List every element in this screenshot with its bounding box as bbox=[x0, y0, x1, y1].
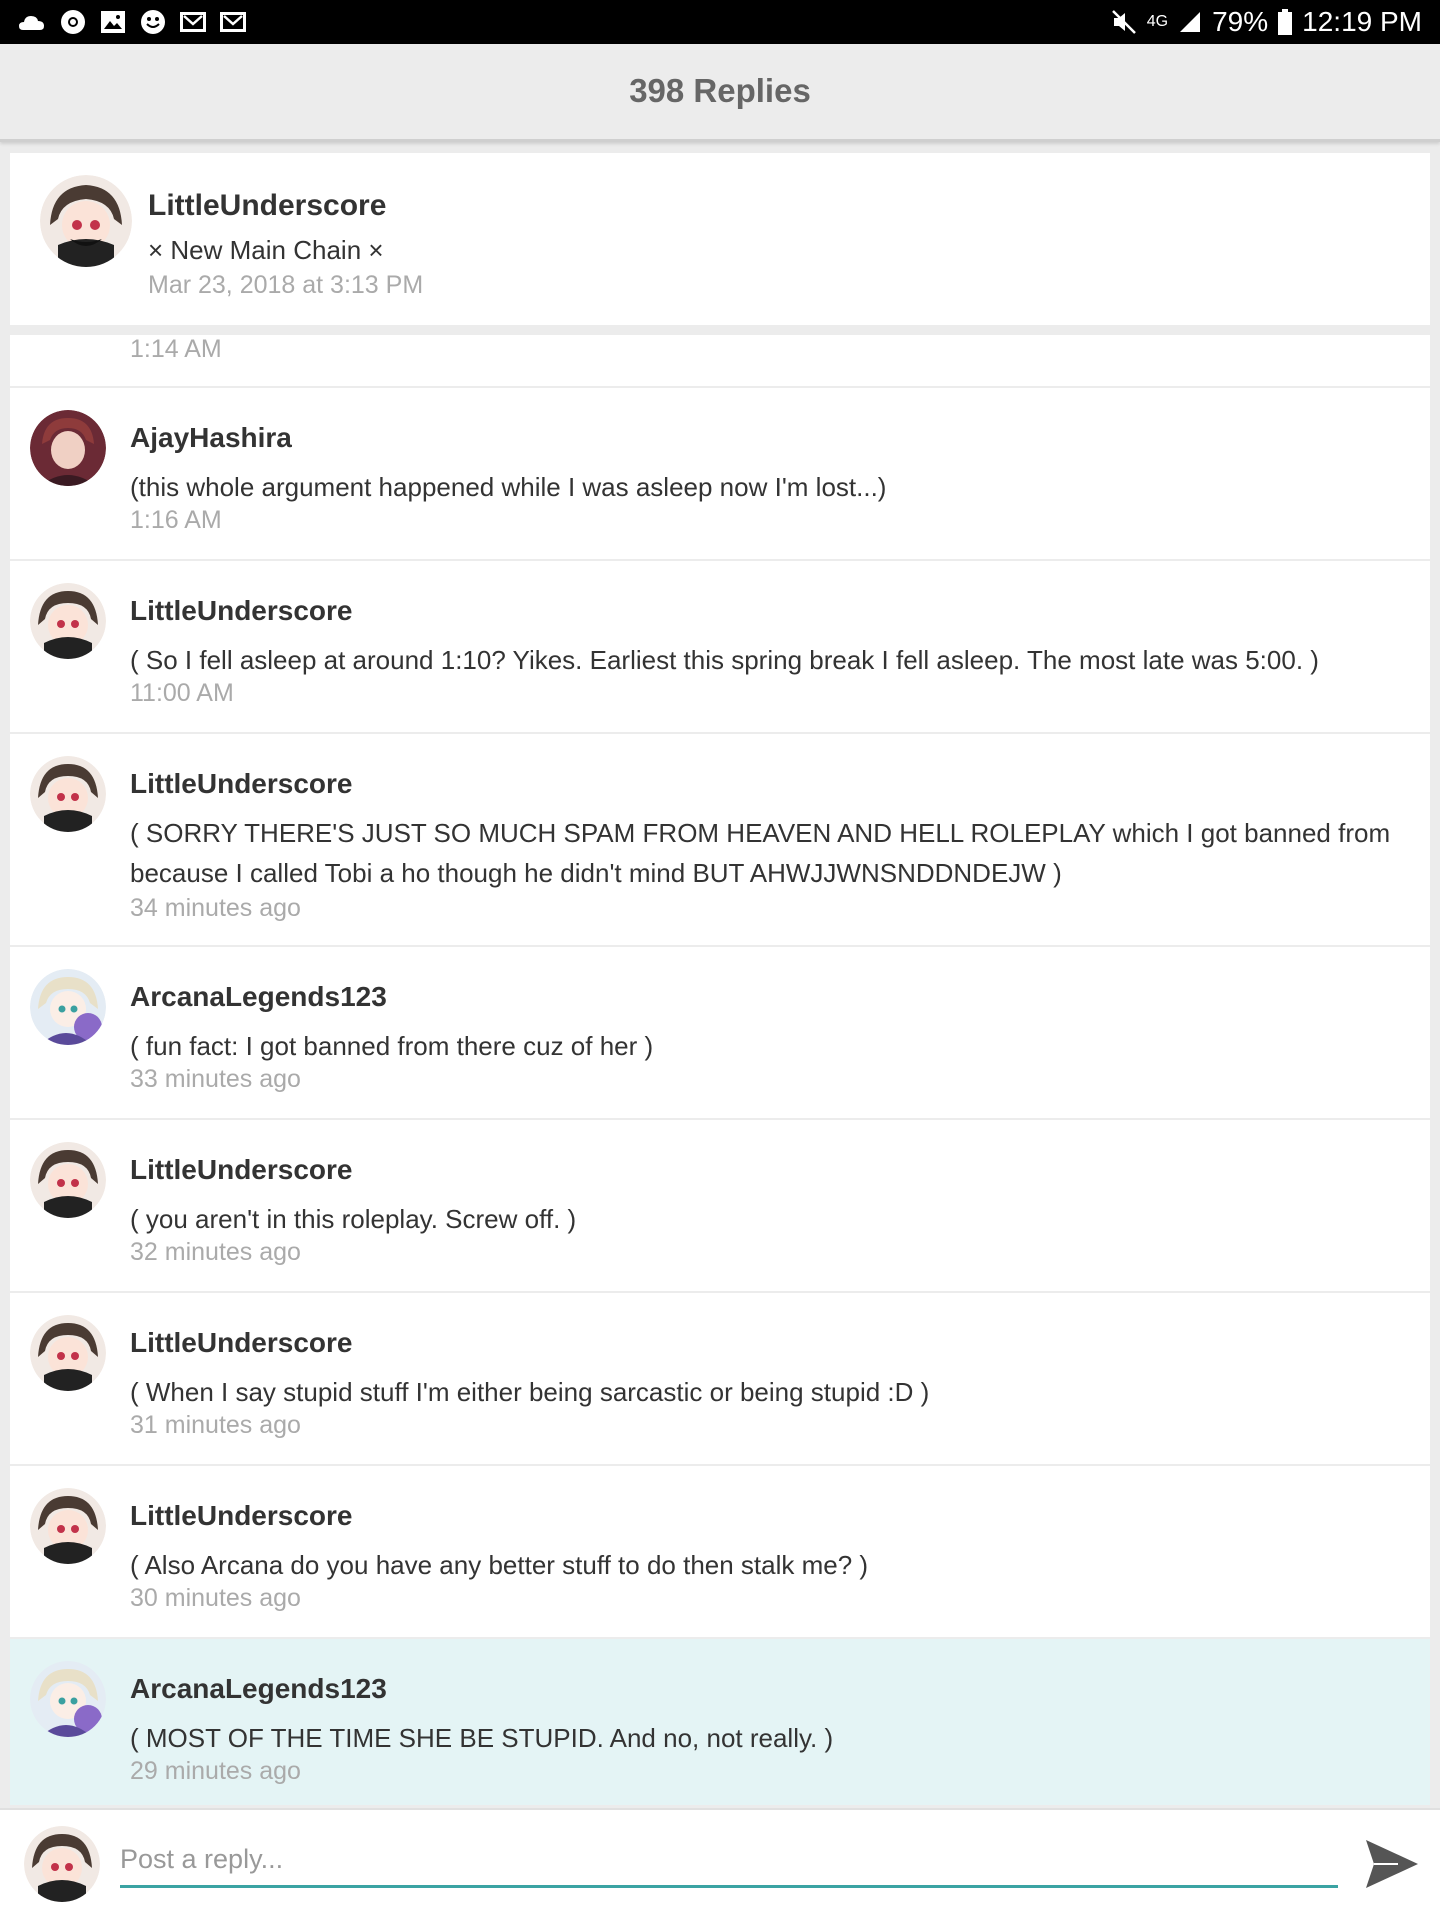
page-title: 398 Replies bbox=[629, 72, 811, 109]
avatar bbox=[24, 1826, 100, 1902]
avatar[interactable] bbox=[30, 1661, 106, 1737]
reply-time: 34 minutes ago bbox=[130, 894, 301, 922]
author-name[interactable]: LittleUnderscore bbox=[130, 1154, 353, 1186]
reply-composer bbox=[0, 1808, 1440, 1920]
network-type: 4G bbox=[1146, 13, 1169, 30]
author-name[interactable]: LittleUnderscore bbox=[148, 189, 386, 223]
author-name[interactable]: ArcanaLegends123 bbox=[130, 1673, 387, 1705]
mail-icon bbox=[178, 8, 208, 36]
mail-icon bbox=[218, 8, 248, 36]
reply-time: 30 minutes ago bbox=[130, 1584, 301, 1612]
list-item[interactable]: LittleUnderscore ( So I fell asleep at a… bbox=[10, 561, 1430, 734]
smiley-icon bbox=[138, 8, 168, 36]
send-button[interactable] bbox=[1364, 1838, 1420, 1890]
status-bar: 4G 79% 12:19 PM bbox=[0, 0, 1440, 44]
post-subject: × New Main Chain × bbox=[148, 235, 384, 265]
reply-message: ( So I fell asleep at around 1:10? Yikes… bbox=[130, 645, 1319, 675]
reply-message: ( you aren't in this roleplay. Screw off… bbox=[130, 1204, 577, 1234]
list-item[interactable]: LittleUnderscore ( When I say stupid stu… bbox=[10, 1293, 1430, 1466]
reply-message: ( SORRY THERE'S JUST SO MUCH SPAM FROM H… bbox=[130, 818, 1391, 888]
avatar[interactable] bbox=[30, 1315, 106, 1391]
author-name[interactable]: ArcanaLegends123 bbox=[130, 981, 387, 1013]
send-icon bbox=[1366, 1840, 1418, 1888]
reply-message: ( Also Arcana do you have any better stu… bbox=[130, 1550, 869, 1580]
author-name[interactable]: AjayHashira bbox=[130, 422, 292, 454]
author-name[interactable]: LittleUnderscore bbox=[130, 595, 353, 627]
avatar[interactable] bbox=[30, 410, 106, 486]
author-name[interactable]: LittleUnderscore bbox=[130, 1500, 353, 1532]
mute-icon bbox=[1111, 8, 1137, 36]
list-item[interactable]: LittleUnderscore ( Also Arcana do you ha… bbox=[10, 1466, 1430, 1639]
avatar[interactable] bbox=[30, 969, 106, 1045]
list-item[interactable]: ArcanaLegends123 ( fun fact: I got banne… bbox=[10, 947, 1430, 1120]
list-item[interactable]: LittleUnderscore ( SORRY THERE'S JUST SO… bbox=[10, 734, 1430, 947]
list-item[interactable]: LittleUnderscore ( you aren't in this ro… bbox=[10, 1120, 1430, 1293]
reply-message: ( When I say stupid stuff I'm either bei… bbox=[130, 1377, 930, 1407]
reply-input[interactable] bbox=[120, 1834, 1338, 1888]
notification-icons bbox=[18, 6, 248, 38]
avatar[interactable] bbox=[30, 1488, 106, 1564]
system-status: 4G 79% 12:19 PM bbox=[1111, 0, 1422, 44]
reply-time: 32 minutes ago bbox=[130, 1238, 301, 1266]
chrome-icon bbox=[58, 8, 88, 36]
thread-header: 398 Replies bbox=[0, 44, 1440, 142]
reply-time: 1:16 AM bbox=[130, 506, 222, 534]
author-name[interactable]: LittleUnderscore bbox=[130, 1327, 353, 1359]
reply-time: 29 minutes ago bbox=[130, 1757, 301, 1785]
avatar[interactable] bbox=[30, 583, 106, 659]
avatar[interactable] bbox=[30, 1142, 106, 1218]
reply-time: 1:14 AM bbox=[130, 335, 222, 363]
battery-level: 79% bbox=[1212, 6, 1269, 37]
post-date: Mar 23, 2018 at 3:13 PM bbox=[148, 271, 424, 299]
reply-message: (this whole argument happened while I wa… bbox=[130, 472, 887, 502]
signal-icon bbox=[1178, 10, 1202, 34]
original-post[interactable]: LittleUnderscore × New Main Chain × Mar … bbox=[10, 153, 1430, 325]
list-item[interactable]: 1:14 AM bbox=[10, 335, 1430, 388]
battery-icon bbox=[1278, 9, 1293, 35]
clock: 12:19 PM bbox=[1302, 6, 1422, 37]
list-item[interactable]: AjayHashira (this whole argument happene… bbox=[10, 388, 1430, 561]
cloud-icon bbox=[18, 8, 48, 36]
image-icon bbox=[98, 8, 128, 36]
reply-time: 31 minutes ago bbox=[130, 1411, 301, 1439]
reply-list[interactable]: 1:14 AM AjayHashira (this whole argument… bbox=[10, 335, 1430, 1807]
reply-time: 11:00 AM bbox=[130, 679, 234, 707]
avatar[interactable] bbox=[40, 175, 132, 267]
list-item[interactable]: ArcanaLegends123 ( MOST OF THE TIME SHE … bbox=[10, 1639, 1430, 1807]
reply-message: ( fun fact: I got banned from there cuz … bbox=[130, 1031, 654, 1061]
author-name[interactable]: LittleUnderscore bbox=[130, 768, 353, 800]
avatar[interactable] bbox=[30, 756, 106, 832]
reply-time: 33 minutes ago bbox=[130, 1065, 301, 1093]
reply-message: ( MOST OF THE TIME SHE BE STUPID. And no… bbox=[130, 1723, 834, 1753]
